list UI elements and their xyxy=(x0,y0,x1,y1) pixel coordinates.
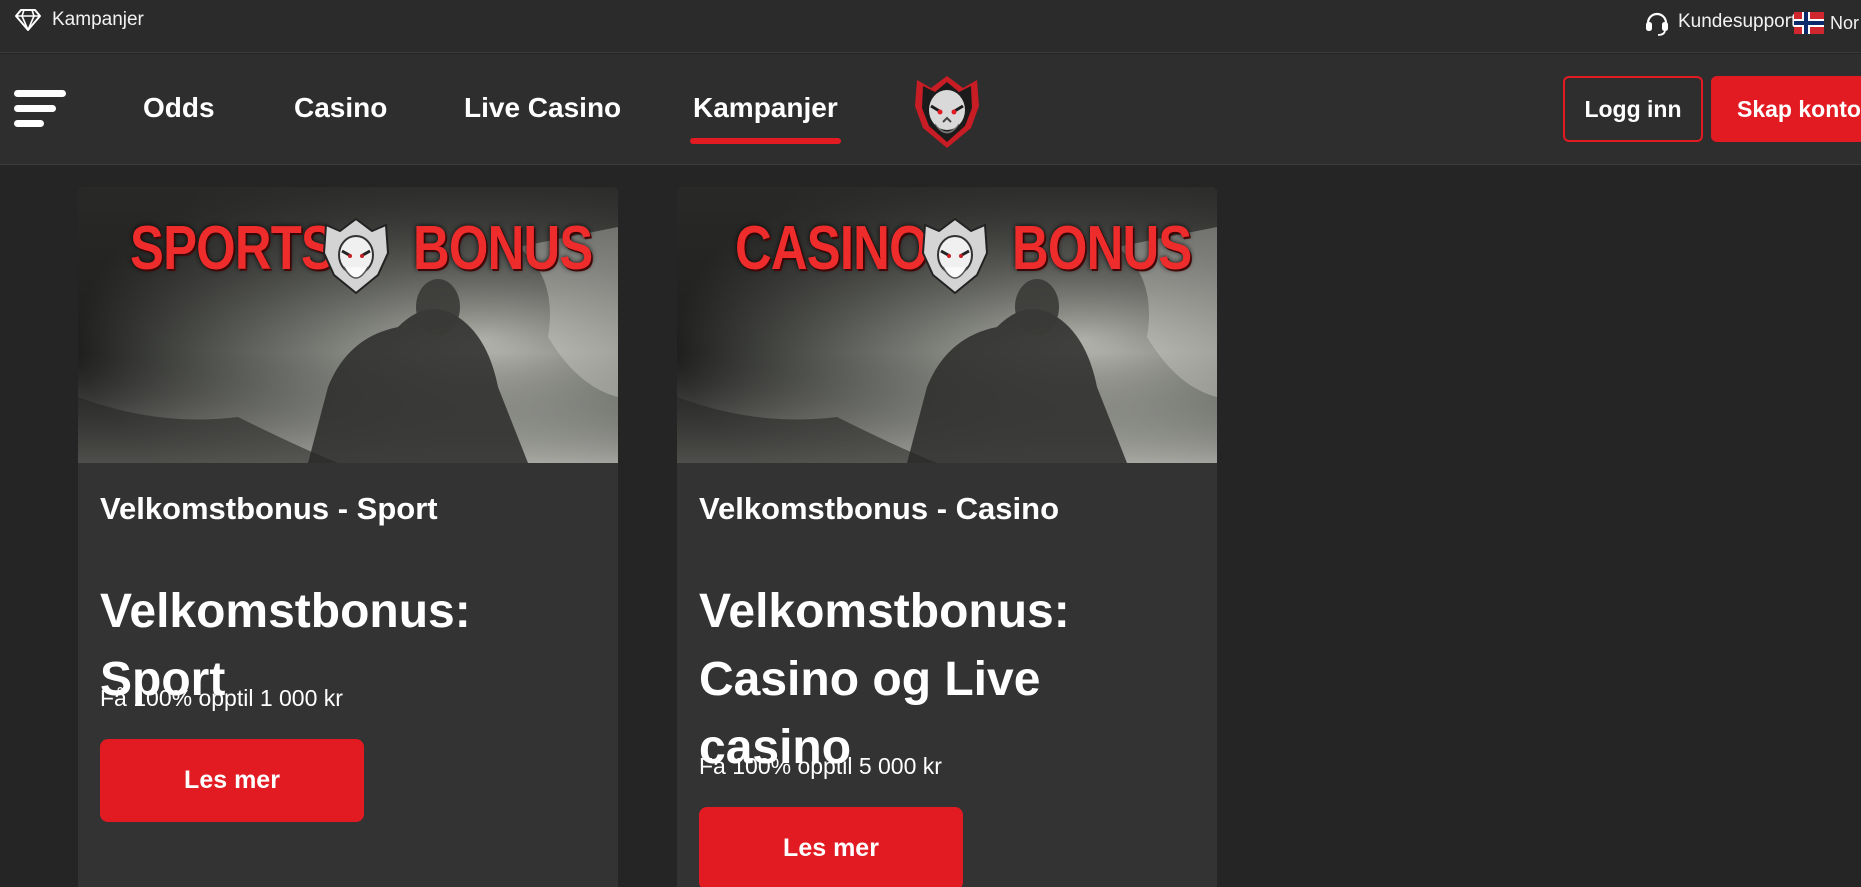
banner-word-right: BONUS xyxy=(1012,214,1192,283)
norway-flag-icon xyxy=(1794,12,1824,34)
diamond-icon xyxy=(15,9,41,31)
card-description: Få 100% opptil 5 000 kr xyxy=(699,753,942,779)
card-subtitle: Velkomstbonus - Casino xyxy=(699,491,1060,526)
customer-support-link[interactable]: Kundesupport xyxy=(1644,8,1796,36)
promotions-link[interactable]: Kampanjer xyxy=(14,8,144,32)
banner-word-left: SPORTS xyxy=(130,214,335,283)
main-navigation: Odds Casino Live Casino Kampanjer Logg i… xyxy=(0,54,1861,165)
banner-viking-icon xyxy=(921,217,989,295)
card-headline: Velkomstbonus: Casino og Live casino xyxy=(699,585,1070,774)
nav-link-casino[interactable]: Casino xyxy=(294,92,387,124)
promo-card-casino: CASINO BONUS Velkomstbonus - Casino Velk… xyxy=(677,187,1217,887)
nav-link-odds[interactable]: Odds xyxy=(143,92,215,124)
promotions-label: Kampanjer xyxy=(52,9,144,30)
headset-icon xyxy=(1646,12,1668,36)
hamburger-menu-icon[interactable] xyxy=(14,90,66,130)
nav-link-kampanjer[interactable]: Kampanjer xyxy=(690,92,841,144)
promo-card-sport: SPORTS BONUS Velkomstbonus - Sport Velko… xyxy=(78,187,618,887)
card-subtitle: Velkomstbonus - Sport xyxy=(100,491,438,526)
language-label: Nor xyxy=(1830,12,1860,33)
promo-banner-image: SPORTS BONUS xyxy=(78,187,618,463)
language-selector[interactable]: Nor xyxy=(1794,12,1859,34)
banner-word-right: BONUS xyxy=(413,214,593,283)
login-button[interactable]: Logg inn xyxy=(1563,76,1703,142)
top-utility-bar: Kampanjer Kundesupport Nor xyxy=(0,0,1861,53)
create-account-button[interactable]: Skap konto xyxy=(1711,76,1861,142)
customer-support-label: Kundesupport xyxy=(1678,11,1797,32)
nav-link-live-casino[interactable]: Live Casino xyxy=(464,92,621,124)
banner-word-left: CASINO xyxy=(735,214,929,283)
viking-logo-icon[interactable] xyxy=(905,66,989,152)
read-more-button[interactable]: Les mer xyxy=(699,807,963,887)
read-more-button[interactable]: Les mer xyxy=(100,739,364,822)
banner-viking-icon xyxy=(322,217,390,295)
promo-banner-image: CASINO BONUS xyxy=(677,187,1217,463)
card-description: Få 100% opptil 1 000 kr xyxy=(100,685,343,711)
